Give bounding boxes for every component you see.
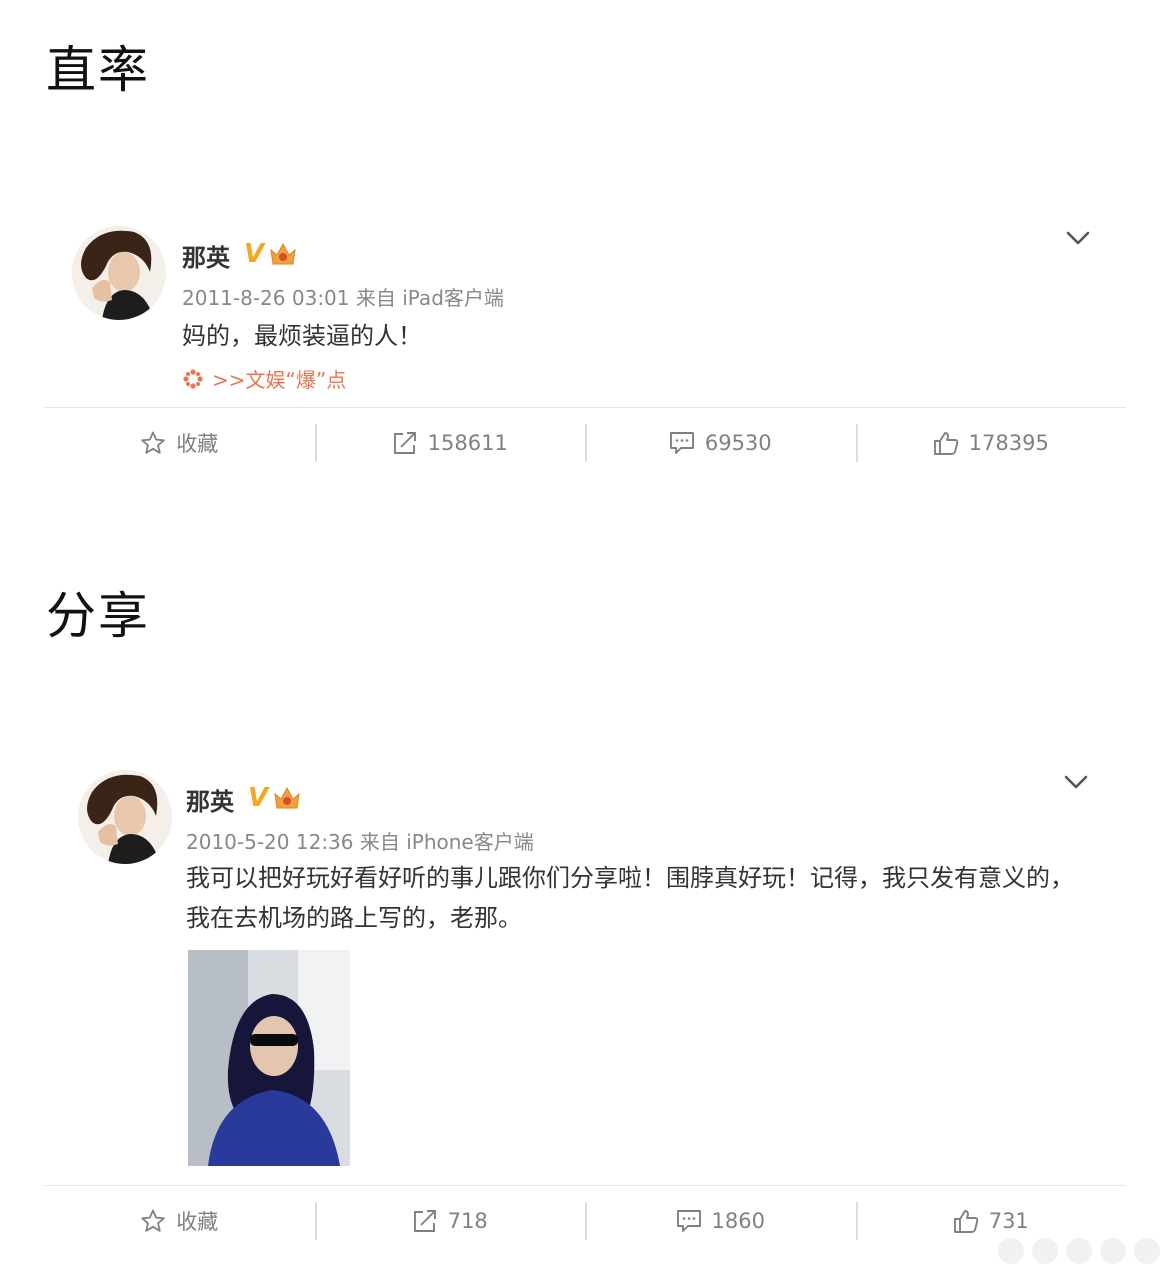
section-title-frank: 直率 (46, 41, 150, 99)
avatar[interactable] (72, 226, 166, 320)
watermark-dot (1066, 1238, 1092, 1264)
repost-icon (413, 1210, 436, 1232)
weibo-post-1: 那英 V 2011-8-26 03:01 来自 iPad客户端 妈的，最烦装逼的… (44, 222, 1126, 472)
comment-count: 69530 (704, 431, 772, 455)
chevron-down-icon[interactable] (1064, 228, 1092, 248)
section-title-share: 分享 (46, 587, 150, 645)
like-button[interactable]: 178395 (855, 420, 1127, 466)
post-content: 我可以把好玩好看好听的事儿跟你们分享啦！围脖真好玩！记得，我只发有意义的，我在去… (186, 864, 1074, 932)
avatar-portrait-image (72, 226, 166, 320)
topic-flower-icon (183, 368, 203, 389)
weibo-post-2: 那英 V 2010-5-20 12:36 来自 iPhone客户端 我可以把好玩… (44, 766, 1126, 1246)
username[interactable]: 那英 (182, 238, 230, 273)
like-icon (933, 432, 958, 455)
divider (44, 1185, 1126, 1186)
watermark-dot (1100, 1238, 1126, 1264)
repost-count: 718 (447, 1209, 488, 1233)
repost-icon (393, 432, 416, 454)
like-icon (953, 1210, 978, 1233)
topic-label: >>文娱“爆”点 (212, 368, 347, 392)
repost-count: 158611 (427, 431, 508, 455)
post-content: 妈的，最烦装逼的人！ (182, 322, 422, 350)
post-photo[interactable] (188, 950, 350, 1166)
comment-icon (676, 1210, 701, 1232)
user-badges: V (244, 240, 298, 268)
comment-icon (669, 432, 694, 454)
favorite-button[interactable]: 收藏 (44, 1198, 315, 1244)
comment-button[interactable]: 69530 (585, 420, 856, 466)
repost-button[interactable]: 158611 (314, 420, 586, 466)
divider (44, 407, 1126, 408)
action-bar: 收藏 718 1860 731 (44, 1198, 1126, 1244)
action-bar: 收藏 158611 69530 178395 (44, 420, 1126, 466)
user-badges: V (248, 784, 302, 812)
watermark-dot (1032, 1238, 1058, 1264)
chevron-down-icon[interactable] (1062, 772, 1090, 792)
username[interactable]: 那英 (186, 782, 234, 817)
favorite-label: 收藏 (176, 432, 219, 456)
avatar-portrait-image (78, 770, 172, 864)
repost-button[interactable]: 718 (314, 1198, 586, 1244)
comment-count: 1860 (711, 1209, 765, 1233)
comment-button[interactable]: 1860 (585, 1198, 856, 1244)
vip-v-icon: V (248, 783, 269, 813)
favorite-label: 收藏 (176, 1210, 219, 1234)
star-icon (141, 1209, 165, 1232)
vip-v-icon: V (244, 239, 265, 269)
watermark-dot (1134, 1238, 1160, 1264)
watermark-dot (998, 1238, 1024, 1264)
star-icon (141, 431, 165, 454)
post-meta: 2011-8-26 03:01 来自 iPad客户端 (182, 286, 504, 310)
topic-link[interactable]: >>文娱“爆”点 (182, 364, 346, 393)
crown-badge-icon (270, 242, 296, 265)
favorite-button[interactable]: 收藏 (44, 420, 315, 466)
post-meta: 2010-5-20 12:36 来自 iPhone客户端 (186, 830, 534, 854)
watermark-dots (998, 1238, 1160, 1264)
avatar[interactable] (78, 770, 172, 864)
like-count: 731 (988, 1209, 1029, 1233)
like-count: 178395 (968, 431, 1049, 455)
post-photo-image (188, 950, 350, 1166)
crown-badge-icon (274, 786, 300, 809)
